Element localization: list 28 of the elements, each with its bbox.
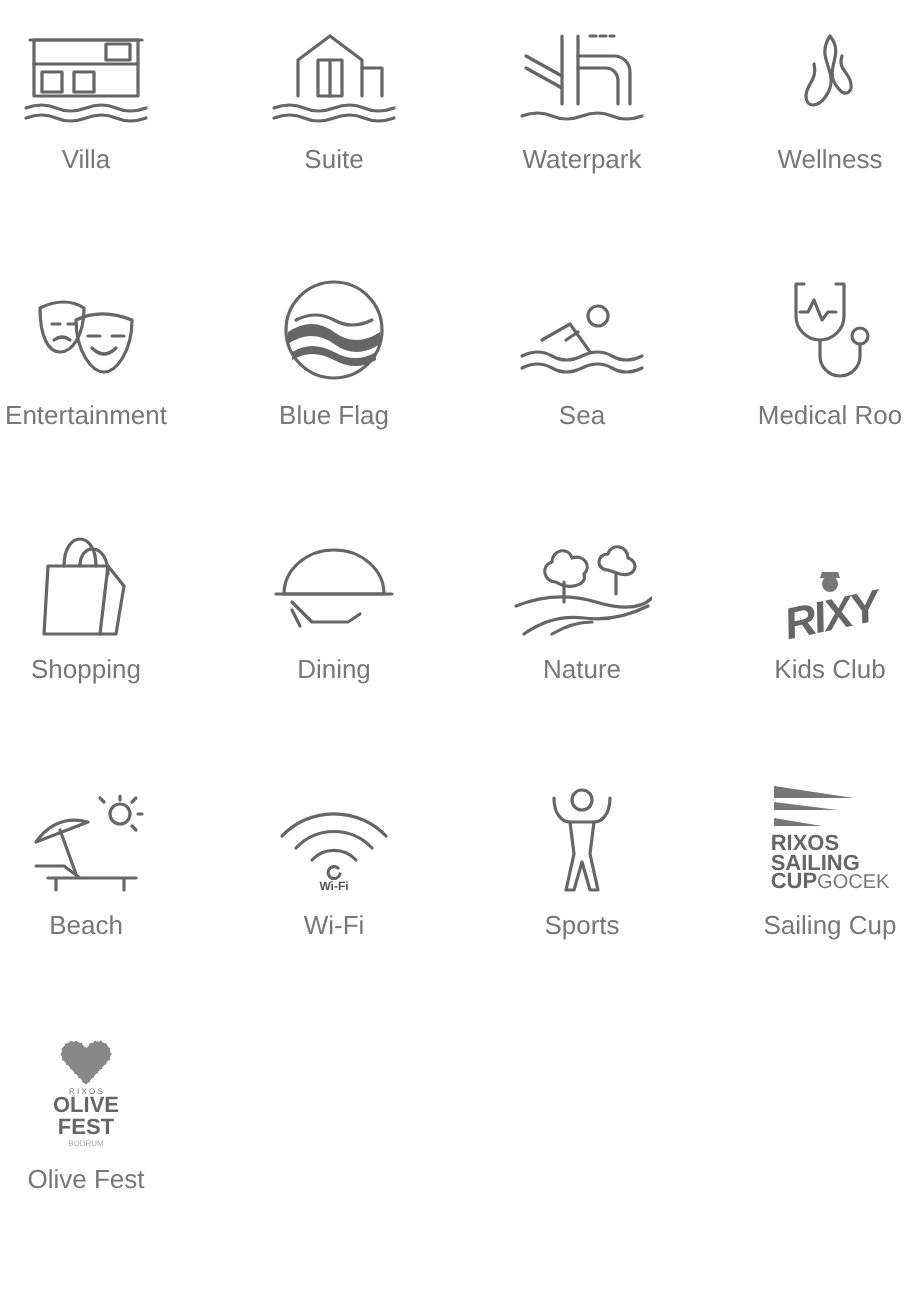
amenity-label: Entertainment	[5, 397, 167, 433]
amenity-label: Medical Roo	[757, 397, 903, 433]
house-icon	[270, 28, 398, 128]
logo-text: OLIVE	[52, 1096, 119, 1118]
leafy-heart-icon	[57, 1040, 114, 1088]
amenity-label: Shopping	[31, 652, 141, 688]
logo-text: FEST	[57, 1118, 115, 1140]
amenity-label: Nature	[542, 652, 622, 688]
amenity-label: Sailing Cup	[763, 907, 897, 944]
logo-text: CUP	[770, 874, 818, 893]
amenity-label: Dining	[297, 652, 371, 688]
logo-text: SAILING	[770, 855, 860, 875]
loading-ring-icon	[326, 863, 342, 879]
amenity-label: Wi-Fi	[303, 907, 365, 943]
amenity-label: Wellness	[777, 142, 883, 178]
striped-sphere-icon	[280, 275, 388, 383]
logo-text: RIXOS	[770, 836, 840, 856]
logo-text: RIXY	[779, 584, 881, 648]
amenity-label: Beach	[49, 907, 123, 943]
amenity-label: Olive Fest	[27, 1162, 145, 1198]
amenity-label: Waterpark	[522, 142, 642, 178]
amenity-label: Sports	[544, 907, 620, 944]
amenity-label: Blue Flag	[279, 397, 389, 434]
amenity-label: Kids Club	[774, 652, 886, 688]
amenity-label: Suite	[304, 142, 364, 178]
amenity-label: Sea	[558, 397, 606, 433]
amenity-label: Villa	[61, 142, 111, 178]
logo-text: GOCEK	[817, 876, 890, 893]
